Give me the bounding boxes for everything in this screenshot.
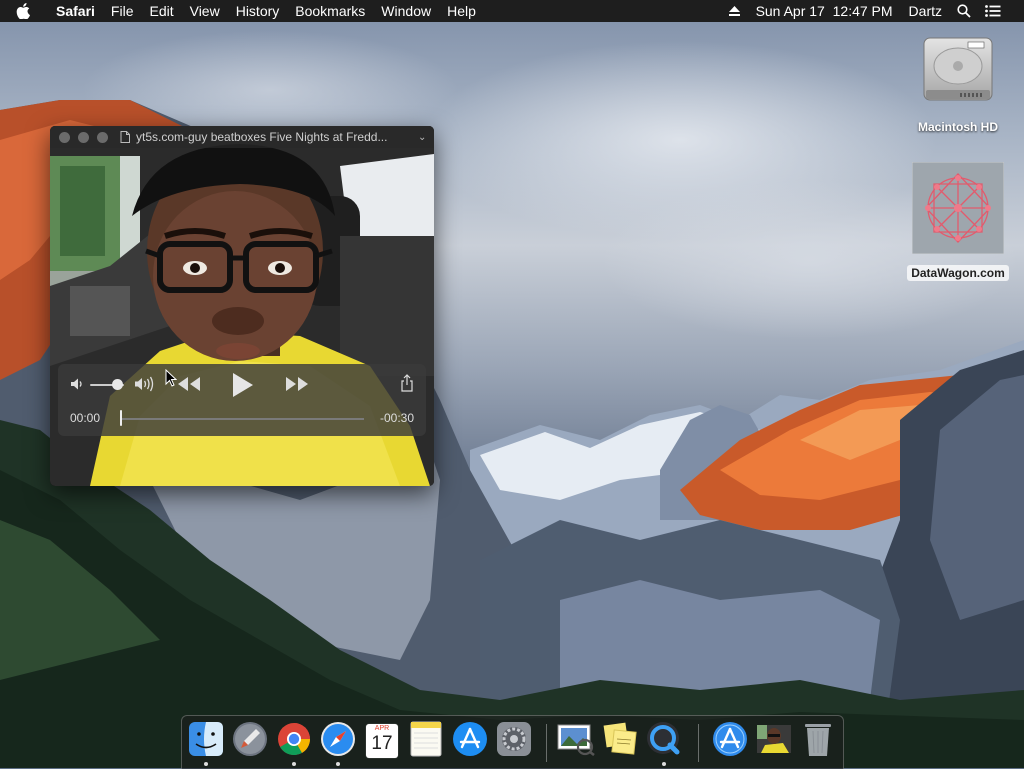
running-indicator <box>204 762 208 766</box>
notification-center-icon[interactable] <box>978 5 1008 17</box>
notes-icon <box>410 721 442 762</box>
close-button[interactable] <box>59 131 70 143</box>
apple-menu-icon[interactable] <box>16 3 38 19</box>
calendar-icon: APR 17 <box>366 724 398 758</box>
calendar-month: APR <box>374 725 390 732</box>
dock-item-safari[interactable] <box>318 721 358 766</box>
menu-view[interactable]: View <box>182 0 228 22</box>
spotlight-search-icon[interactable] <box>950 4 978 18</box>
chrome-icon <box>276 721 312 762</box>
launchpad-icon <box>232 721 268 762</box>
desktop-icon-macintosh-hd[interactable]: Macintosh HD <box>903 32 1013 135</box>
dock-separator <box>546 724 547 762</box>
trash-icon <box>803 721 833 762</box>
dock-item-trash[interactable] <box>798 721 838 761</box>
running-indicator <box>662 762 666 766</box>
dock-item-notes[interactable] <box>406 721 446 761</box>
menu-bookmarks[interactable]: Bookmarks <box>287 0 373 22</box>
menu-history[interactable]: History <box>228 0 288 22</box>
playback-controls: 00:00 -00:30 <box>58 364 426 436</box>
document-icon <box>120 131 130 143</box>
safari-icon <box>320 721 356 762</box>
minimize-button[interactable] <box>78 131 89 143</box>
dock-item-app-store[interactable] <box>450 721 490 761</box>
volume-high-icon[interactable] <box>134 376 156 397</box>
menubar-clock[interactable]: Sun Apr 17 12:47 PM <box>748 0 901 22</box>
zoom-button[interactable] <box>97 131 108 143</box>
volume-low-icon[interactable] <box>70 377 84 396</box>
quicktime-player-window[interactable]: yt5s.com-guy beatboxes Five Nights at Fr… <box>50 126 434 486</box>
mouse-cursor-icon <box>165 368 178 392</box>
calendar-day: 17 <box>371 733 393 754</box>
datawagon-image-icon <box>911 161 1005 259</box>
play-button[interactable] <box>230 372 254 403</box>
preview-icon <box>557 722 595 761</box>
eject-icon[interactable] <box>721 5 748 17</box>
menu-window[interactable]: Window <box>373 0 439 22</box>
rewind-button[interactable] <box>176 376 202 397</box>
running-indicator <box>336 762 340 766</box>
running-indicator <box>292 762 296 766</box>
video-thumbnail-icon <box>757 724 791 758</box>
window-title-bar[interactable]: yt5s.com-guy beatboxes Five Nights at Fr… <box>50 126 434 148</box>
dock-item-calendar[interactable]: APR 17 <box>362 721 402 761</box>
remaining-time: -00:30 <box>379 411 414 425</box>
menu-help[interactable]: Help <box>439 0 484 22</box>
menubar-user[interactable]: Dartz <box>901 0 950 22</box>
desktop-icon-label: Macintosh HD <box>917 120 998 134</box>
dock-item-preview[interactable] <box>556 721 596 761</box>
finder-icon <box>188 721 224 762</box>
stickies-icon <box>602 721 638 762</box>
window-title[interactable]: yt5s.com-guy beatboxes Five Nights at Fr… <box>136 130 416 144</box>
dock-item-quicktime[interactable] <box>644 721 684 766</box>
current-time: 00:00 <box>70 411 101 425</box>
share-button[interactable] <box>400 374 414 397</box>
scrubber-playhead[interactable] <box>120 410 122 426</box>
quicktime-icon <box>646 721 682 762</box>
scrubber-track[interactable] <box>120 418 364 420</box>
dock-separator <box>698 724 699 762</box>
desktop-icon-label: DataWagon.com <box>907 265 1009 281</box>
system-preferences-icon <box>496 721 532 762</box>
menu-edit[interactable]: Edit <box>141 0 181 22</box>
applications-folder-icon <box>712 721 748 762</box>
dock-item-video-thumbnail[interactable] <box>754 721 794 761</box>
menu-app-safari[interactable]: Safari <box>48 0 103 22</box>
dock-item-finder[interactable] <box>186 721 226 766</box>
menu-file[interactable]: File <box>103 0 142 22</box>
dock-item-system-preferences[interactable] <box>494 721 534 761</box>
dock-item-stickies[interactable] <box>600 721 640 761</box>
fast-forward-button[interactable] <box>284 376 310 397</box>
desktop-icon-datawagon[interactable]: DataWagon.com <box>903 161 1013 281</box>
chevron-down-icon[interactable]: ⌄ <box>418 132 426 143</box>
volume-slider-knob[interactable] <box>112 379 124 390</box>
app-store-icon <box>452 721 488 762</box>
menu-bar: Safari File Edit View History Bookmarks … <box>0 0 1024 22</box>
dock-item-applications[interactable] <box>710 721 750 761</box>
dock: APR 17 <box>181 715 844 769</box>
dock-item-chrome[interactable] <box>274 721 314 766</box>
hard-drive-icon <box>920 32 996 113</box>
dock-item-launchpad[interactable] <box>230 721 270 761</box>
